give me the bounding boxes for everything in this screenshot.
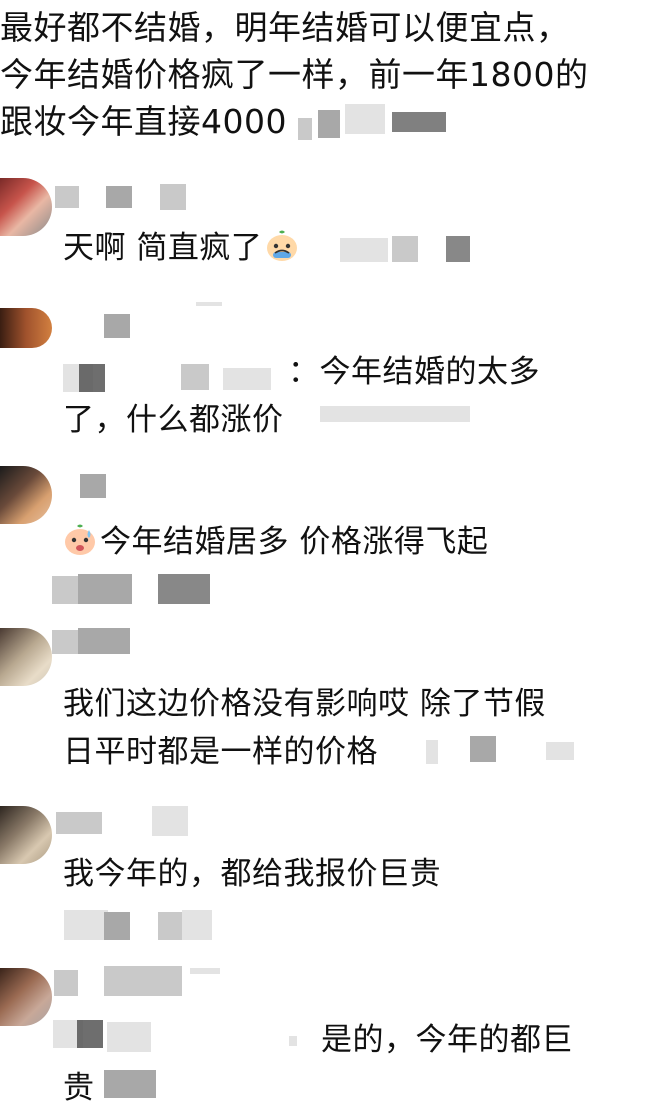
comment-item[interactable]: 我今年的，都给我报价巨贵 [0,800,660,950]
redacted-trailing [158,912,182,940]
avatar[interactable] [0,466,52,524]
comment-item[interactable]: 天啊 简直疯了 [0,176,660,276]
redacted-trailing [446,236,470,262]
comment-text: 我今年的，都给我报价巨贵 [63,856,441,892]
redacted-trailing [78,574,132,604]
redacted-post-tail [298,118,312,140]
comment-item[interactable]: 我们这边价格没有影响哎 除了节假 日平时都是一样的价格 [0,622,660,782]
avatar[interactable] [0,308,52,348]
redacted-username [55,186,79,208]
redacted-trailing [182,910,212,940]
redacted-username [160,184,186,210]
redacted-username [106,186,132,208]
redacted-username [152,806,188,836]
reply-mention[interactable] [63,300,313,392]
redacted-trailing [64,910,108,940]
crying-face-icon [264,228,300,264]
avatar[interactable] [0,806,52,864]
sweating-face-icon [62,522,98,558]
redacted-trailing [104,1070,156,1098]
comment-text: 今年结婚居多 价格涨得飞起 [62,518,488,566]
redacted-trailing [104,912,130,940]
comment-item[interactable]: ：今年结婚的太多 了，什么都涨价 [0,300,660,450]
redacted-username [52,630,78,654]
redacted-username [80,474,106,498]
comment-item[interactable]: 今年结婚居多 价格涨得飞起 [0,466,660,606]
redacted-trailing [340,238,388,262]
comment-text: 天啊 简直疯了 [63,224,302,272]
avatar[interactable] [0,628,52,686]
reply-mention[interactable] [53,962,313,1052]
post-line-3-text: 跟妆今年直接4000 [0,102,287,141]
redacted-username [56,812,102,834]
redacted-trailing [470,736,496,762]
comment-text: ：今年结婚的太多 了，什么都涨价 [63,348,540,444]
reply-line-1: 是的，今年的都巨 [321,1022,573,1058]
post-line-1: 最好都不结婚，明年结婚可以便宜点， [0,8,570,47]
redacted-username [78,628,130,654]
redacted-post-tail [318,110,340,138]
post-line-2: 今年结婚价格疯了一样，前一年1800的 [0,55,589,94]
weibo-comment-screenshot: 最好都不结婚，明年结婚可以便宜点， 今年结婚价格疯了一样，前一年1800的 跟妆… [0,0,660,1105]
reply-line-1: ：今年结婚的太多 [288,354,540,390]
redacted-post-tail [392,112,446,132]
comment-item[interactable]: 是的，今年的都巨 贵 [0,962,660,1105]
redacted-trailing [320,406,470,422]
redacted-trailing [546,742,574,760]
redacted-trailing [158,574,210,604]
avatar[interactable] [0,178,52,236]
avatar[interactable] [0,968,52,1026]
redacted-trailing [392,236,418,262]
redacted-post-tail [345,104,385,134]
redacted-trailing [426,740,438,764]
